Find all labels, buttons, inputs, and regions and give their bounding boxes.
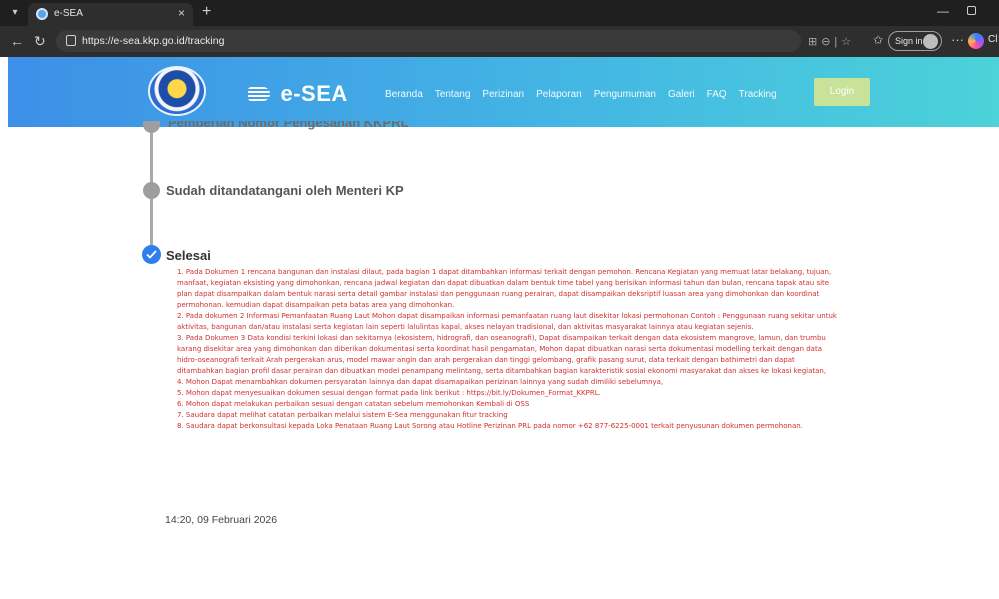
note-line: 6. Mohon dapat melakukan perbaikan sesua… xyxy=(177,400,530,408)
login-button[interactable]: Login xyxy=(814,78,870,106)
maximize-icon[interactable] xyxy=(967,6,976,15)
timeline-step-title-done: Selesai xyxy=(166,248,211,263)
site-favicon-icon xyxy=(36,8,48,20)
nav-pelaporan[interactable]: Pelaporan xyxy=(536,89,582,100)
tab-actions-chevron-icon[interactable]: ▾ xyxy=(8,6,22,20)
nav-tentang[interactable]: Tentang xyxy=(435,89,471,100)
site-info-icon[interactable] xyxy=(66,35,76,46)
note-line: plan dapat disampaikan dalam bentuk nara… xyxy=(177,290,820,298)
note-line: permohonan. kemudian dapat disampaikan p… xyxy=(177,301,455,309)
timeline-step-title-prev: Pemberian Nomor Pengesahan KKPRL xyxy=(168,121,409,131)
note-line: aktivitas, bangunan dan/atau instalasi s… xyxy=(177,323,754,331)
timeline-step-title: Sudah ditandatangani oleh Menteri KP xyxy=(166,183,404,198)
main-nav: Beranda Tentang Perizinan Pelaporan Peng… xyxy=(385,89,789,100)
brand-logo[interactable]: e-SEA xyxy=(248,81,348,107)
tab-close-icon[interactable]: × xyxy=(178,6,185,20)
note-line: ditambahkan bagian profil dasar perairan… xyxy=(177,367,827,375)
nav-perizinan[interactable]: Perizinan xyxy=(482,89,524,100)
prev-step-text: Pemberian Nomor Pengesahan KKPRL xyxy=(168,121,409,130)
note-line: 7. Saudara dapat melihat catatan perbaik… xyxy=(177,411,508,419)
back-arrow-icon[interactable]: ← xyxy=(10,33,24,49)
nav-galeri[interactable]: Galeri xyxy=(668,89,695,100)
check-circle-icon xyxy=(142,245,161,264)
nav-faq[interactable]: FAQ xyxy=(707,89,727,100)
sign-in-button[interactable]: Sign in xyxy=(888,31,942,51)
reload-icon[interactable]: ↻ xyxy=(34,33,46,50)
revision-notes-list: 1. Pada Dokumen 1 rencana bangunan dan i… xyxy=(177,267,877,432)
note-line: 2. Pada dokumen 2 Informasi Pemanfaatan … xyxy=(177,312,837,320)
note-line: 8. Saudara dapat berkonsultasi kepada Lo… xyxy=(177,422,803,430)
timeline-step-dot xyxy=(143,182,160,199)
note-line: 1. Pada Dokumen 1 rencana bangunan dan i… xyxy=(177,268,832,276)
new-tab-icon[interactable]: + xyxy=(202,3,211,21)
more-options-icon[interactable]: ··· xyxy=(951,32,964,47)
nav-tracking[interactable]: Tracking xyxy=(739,89,777,100)
completion-timestamp: 14:20, 09 Februari 2026 xyxy=(165,514,278,526)
copilot-label: Cl xyxy=(988,34,998,45)
browser-tab-bar: ▾ e-SEA × + — xyxy=(0,0,999,26)
browser-tab[interactable]: e-SEA × xyxy=(28,3,193,26)
tab-title: e-SEA xyxy=(54,8,83,19)
kkp-emblem-icon[interactable] xyxy=(148,66,206,116)
address-bar[interactable]: https://e-sea.kkp.go.id/tracking xyxy=(56,30,801,52)
page-viewport: e-SEA Beranda Tentang Perizinan Pelapora… xyxy=(0,57,999,599)
note-line: karang disekitar area yang dimohonkan da… xyxy=(177,345,822,353)
address-bar-action-icons[interactable]: ⊞⊖|☆ xyxy=(808,35,855,48)
note-line: 4. Mohon Dapat menambahkan dokumen persy… xyxy=(177,378,664,386)
profile-avatar-icon xyxy=(923,34,938,49)
browser-toolbar: ← ↻ https://e-sea.kkp.go.id/tracking ⊞⊖|… xyxy=(0,26,999,57)
nav-pengumuman[interactable]: Pengumuman xyxy=(594,89,656,100)
site-header: e-SEA Beranda Tentang Perizinan Pelapora… xyxy=(8,57,999,127)
nav-beranda[interactable]: Beranda xyxy=(385,89,423,100)
note-line: manfaat, kegiatan eksisting yang dimohon… xyxy=(177,279,830,287)
minimize-icon[interactable]: — xyxy=(937,4,949,18)
sign-in-label: Sign in xyxy=(895,36,923,46)
favorites-icon[interactable]: ✩ xyxy=(873,33,883,47)
url-text[interactable]: https://e-sea.kkp.go.id/tracking xyxy=(82,35,224,47)
note-line: 3. Pada Dokumen 3 Data kondisi terkini l… xyxy=(177,334,826,342)
note-line: hidro-oseanografi terkait Arah pergeraka… xyxy=(177,356,795,364)
wave-logo-icon xyxy=(248,87,270,101)
brand-text: e-SEA xyxy=(280,81,348,106)
copilot-icon[interactable] xyxy=(968,33,984,49)
timeline-step-dot xyxy=(143,121,160,133)
note-line: 5. Mohon dapat menyesuaikan dokumen sesu… xyxy=(177,389,601,397)
